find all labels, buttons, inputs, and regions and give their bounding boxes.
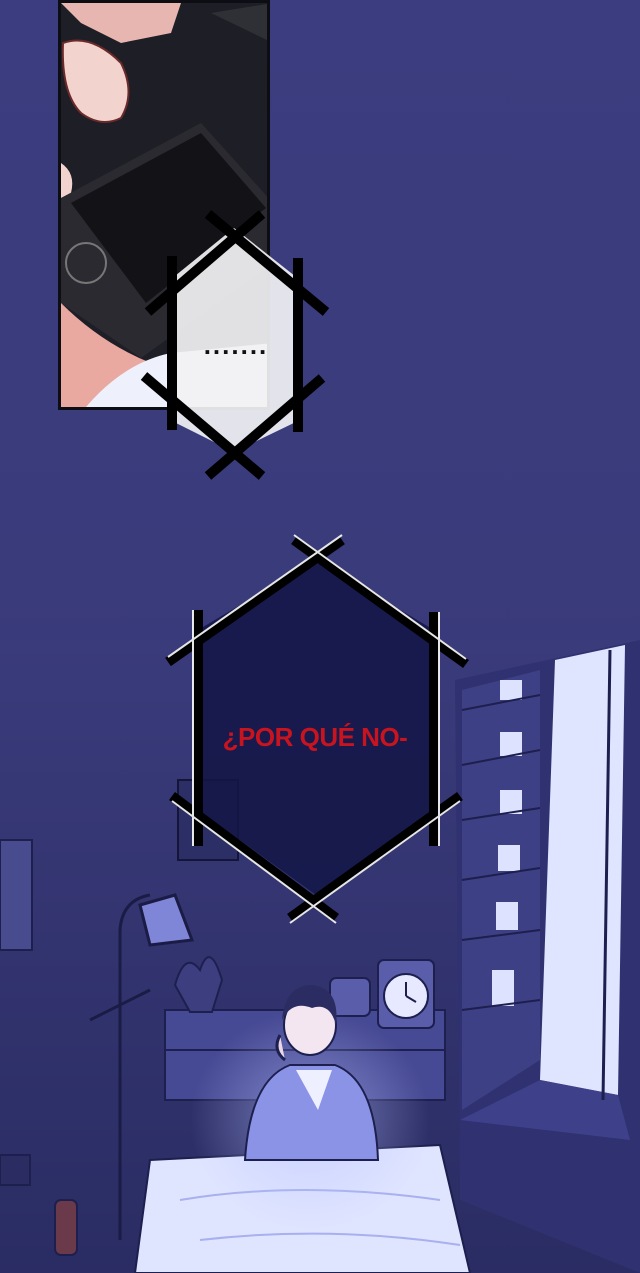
bubble-layer [140,210,469,924]
comic-page: ....... ¿POR QUÉ NO- [0,0,640,1273]
bubble-text-por-que-no: ¿POR QUÉ NO- [222,722,408,752]
bubble-text-ellipsis: ....... [203,330,269,360]
